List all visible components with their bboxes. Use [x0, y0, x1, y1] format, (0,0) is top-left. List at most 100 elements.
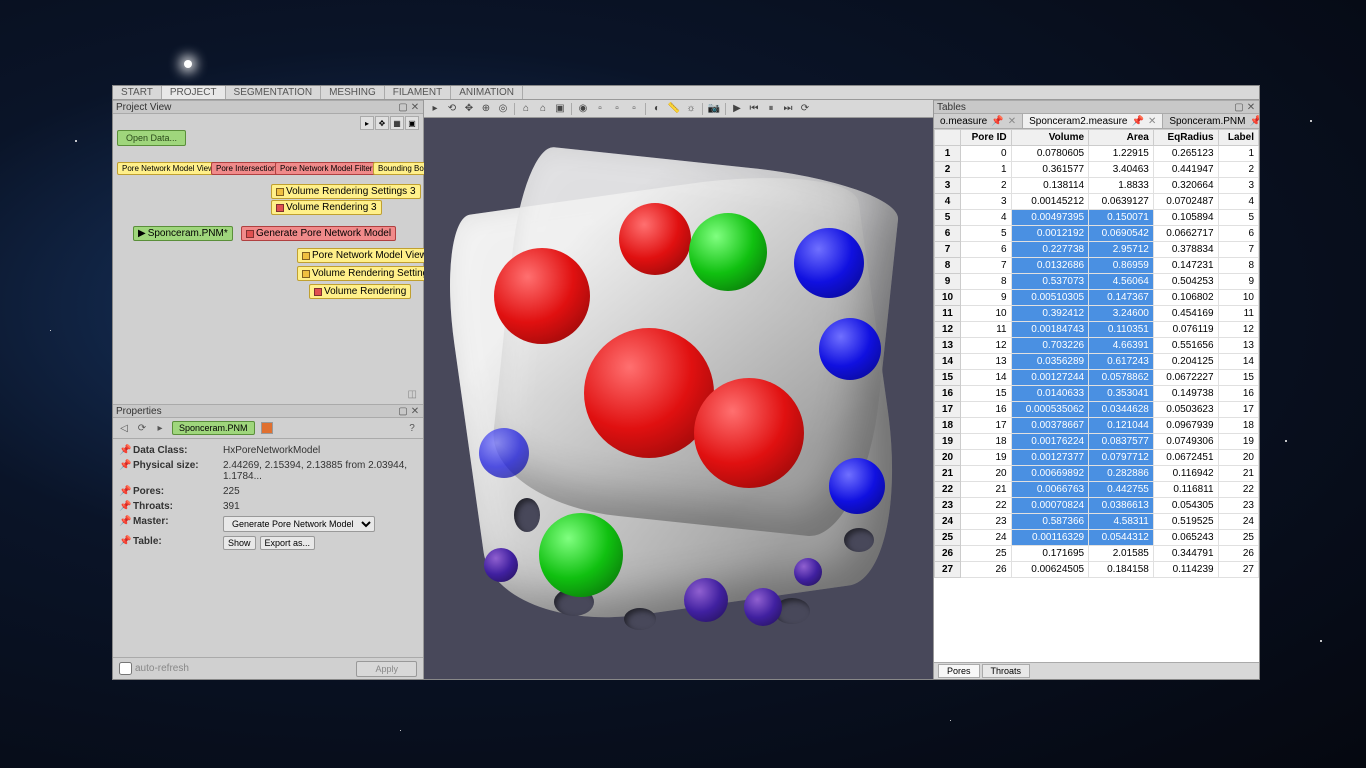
table-row[interactable]: 650.00121920.06905420.06627176 [935, 226, 1259, 242]
col-volume[interactable]: Volume [1011, 130, 1089, 146]
close-icon[interactable]: ✕ [410, 102, 420, 112]
table-row[interactable]: 27260.006245050.1841580.11423927 [935, 562, 1259, 578]
open-data-button[interactable]: Open Data... [117, 130, 186, 146]
pin-icon[interactable]: 📌 [119, 516, 133, 532]
pointer-icon[interactable]: ▸ [360, 116, 374, 130]
col-rownum[interactable] [935, 130, 961, 146]
home-icon[interactable]: ⌂ [518, 102, 534, 116]
autorefresh-checkbox[interactable]: auto-refresh [119, 662, 189, 675]
table-row[interactable]: 760.2277382.957120.3788347 [935, 242, 1259, 258]
table-row[interactable]: 26250.1716952.015850.34479126 [935, 546, 1259, 562]
table-row[interactable]: 16150.01406330.3530410.14973816 [935, 386, 1259, 402]
loop-icon[interactable]: ⟳ [797, 102, 813, 116]
pin-icon[interactable]: 📌 [119, 486, 133, 497]
table-row[interactable]: 540.004973950.1500710.1058945 [935, 210, 1259, 226]
apply-button[interactable]: Apply [356, 661, 417, 677]
table-row[interactable]: 100.07806051.229150.2651231 [935, 146, 1259, 162]
table-tab-2[interactable]: Sponceram.PNM📌✕ [1163, 114, 1259, 128]
master-select[interactable]: Generate Pore Network Model [223, 516, 375, 532]
play-icon[interactable]: ▸ [154, 422, 166, 434]
col-poreid[interactable]: Pore ID [961, 130, 1012, 146]
table-row[interactable]: 19180.001762240.08375770.074930619 [935, 434, 1259, 450]
export-button[interactable]: Export as... [260, 536, 316, 550]
pin-icon[interactable]: 📌 [1131, 116, 1143, 127]
table-row[interactable]: 980.5370734.560640.5042539 [935, 274, 1259, 290]
pin-icon[interactable]: 📌 [119, 536, 133, 550]
undock-icon[interactable]: ▢ [398, 406, 408, 416]
node-pore-intersection[interactable]: Pore Intersection [211, 162, 281, 175]
node-vol-render-settings[interactable]: Volume Rendering Settings [297, 266, 438, 281]
table-row[interactable]: 21200.006698920.2828860.11694221 [935, 466, 1259, 482]
table-row[interactable]: 210.3615773.404630.4419472 [935, 162, 1259, 178]
table-row[interactable]: 1090.005103050.1473670.10680210 [935, 290, 1259, 306]
col-eqradius[interactable]: EqRadius [1153, 130, 1218, 146]
next-icon[interactable]: ⏭ [780, 102, 796, 116]
snapshot-icon[interactable]: 📷 [706, 102, 722, 116]
pin-icon[interactable]: 📌 [1249, 116, 1259, 127]
record-icon[interactable]: ▶ [729, 102, 745, 116]
close-icon[interactable]: ✕ [1148, 116, 1156, 127]
table-row[interactable]: 17160.0005350620.03446280.050362317 [935, 402, 1259, 418]
3d-viewport[interactable] [424, 118, 933, 679]
stereo-icon[interactable]: ◐ [649, 102, 665, 116]
perspective-icon[interactable]: ◉ [575, 102, 591, 116]
color-swatch[interactable] [261, 422, 273, 434]
yz-icon[interactable]: ▫ [626, 102, 642, 116]
object-chip[interactable]: Sponceram.PNM [172, 421, 255, 435]
tab-segmentation[interactable]: SEGMENTATION [226, 86, 322, 99]
table-row[interactable]: 22210.00667630.4427550.11681122 [935, 482, 1259, 498]
node-sponceram-pnm[interactable]: ▶Sponceram.PNM* [133, 226, 233, 241]
tab-animation[interactable]: ANIMATION [451, 86, 523, 99]
interact-icon[interactable]: ▸ [427, 102, 443, 116]
refresh-icon[interactable]: ⟳ [136, 422, 148, 434]
project-view-canvas[interactable]: ▸ ✥ ▦ ▣ Open Data... Pore Network Model … [113, 114, 423, 404]
table-row[interactable]: 430.001452120.06391270.07024874 [935, 194, 1259, 210]
table-row[interactable]: 20190.001273770.07977120.067245120 [935, 450, 1259, 466]
close-icon[interactable]: ✕ [1008, 116, 1016, 127]
xy-icon[interactable]: ▫ [592, 102, 608, 116]
table-row[interactable]: 11100.3924123.246000.45416911 [935, 306, 1259, 322]
undock-icon[interactable]: ▢ [1234, 102, 1244, 112]
node-generate-pnm[interactable]: Generate Pore Network Model [241, 226, 396, 241]
table-row[interactable]: 24230.5873664.583110.51952524 [935, 514, 1259, 530]
pan-icon[interactable]: ✥ [375, 116, 389, 130]
table-row[interactable]: 25240.001163290.05443120.06524325 [935, 530, 1259, 546]
translate-icon[interactable]: ✥ [461, 102, 477, 116]
node-pnm-view[interactable]: Pore Network Model View [117, 162, 219, 175]
table-row[interactable]: 12110.001847430.1103510.07611912 [935, 322, 1259, 338]
table-tab-1[interactable]: Sponceram2.measure📌✕ [1023, 114, 1163, 128]
tab-start[interactable]: START [113, 86, 162, 99]
tab-filament[interactable]: FILAMENT [385, 86, 451, 99]
node-pnm-filter[interactable]: Pore Network Model Filter [275, 162, 377, 175]
light-icon[interactable]: ☼ [683, 102, 699, 116]
pin-icon[interactable]: 📌 [119, 445, 133, 456]
table-row[interactable]: 870.01326860.869590.1472318 [935, 258, 1259, 274]
table-row[interactable]: 15140.001272440.05788620.067222715 [935, 370, 1259, 386]
table-row[interactable]: 18170.003786670.1210440.096793918 [935, 418, 1259, 434]
node-vol-render[interactable]: Volume Rendering [309, 284, 411, 299]
measure-icon[interactable]: 📏 [666, 102, 682, 116]
tab-meshing[interactable]: MESHING [321, 86, 385, 99]
pin-icon[interactable]: 📌 [119, 501, 133, 512]
zoom-icon[interactable]: ⊕ [478, 102, 494, 116]
pin-icon[interactable]: 📌 [991, 116, 1003, 127]
tab-project[interactable]: PROJECT [162, 86, 226, 99]
footer-tab-pores[interactable]: Pores [938, 664, 980, 678]
collapse-icon[interactable]: ◫ [408, 389, 417, 400]
table-row[interactable]: 13120.7032264.663910.55165613 [935, 338, 1259, 354]
rotate-icon[interactable]: ⟲ [444, 102, 460, 116]
table-row[interactable]: 23220.000708240.03866130.05430523 [935, 498, 1259, 514]
col-label[interactable]: Label [1218, 130, 1258, 146]
node-vol-render-3[interactable]: Volume Rendering 3 [271, 200, 382, 215]
node-pnm-view-2[interactable]: Pore Network Model View [297, 248, 432, 263]
view-all-icon[interactable]: ▣ [552, 102, 568, 116]
back-icon[interactable]: ◁ [118, 422, 130, 434]
seek-icon[interactable]: ◎ [495, 102, 511, 116]
pin-icon[interactable]: 📌 [119, 460, 133, 482]
xz-icon[interactable]: ▫ [609, 102, 625, 116]
table-row[interactable]: 14130.03562890.6172430.20412514 [935, 354, 1259, 370]
close-icon[interactable]: ✕ [410, 406, 420, 416]
pause-icon[interactable]: ⏸ [763, 102, 779, 116]
undock-icon[interactable]: ▢ [398, 102, 408, 112]
table-tab-0[interactable]: o.measure📌✕ [934, 114, 1023, 128]
